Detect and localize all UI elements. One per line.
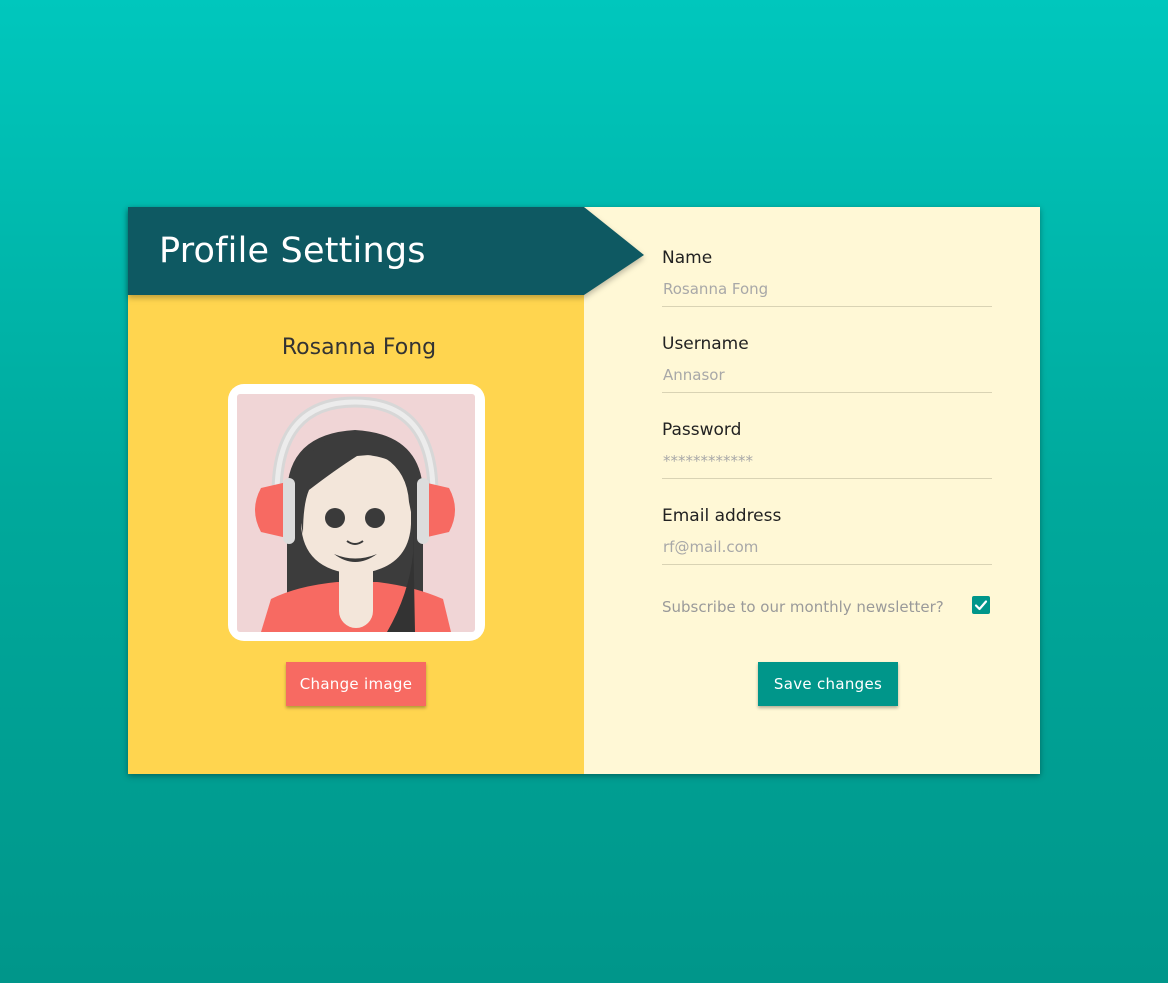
newsletter-label: Subscribe to our monthly newsletter? [662, 598, 944, 616]
page-title: Profile Settings [159, 231, 426, 271]
profile-display-name: Rosanna Fong [281, 335, 437, 360]
password-field: Password [662, 420, 992, 479]
change-image-button[interactable]: Change image [286, 662, 426, 706]
settings-form-panel: Name Username Password Email address Sub… [584, 207, 1040, 774]
email-field: Email address [662, 506, 992, 565]
name-input[interactable] [662, 280, 992, 307]
save-changes-button[interactable]: Save changes [758, 662, 898, 706]
email-input[interactable] [662, 538, 992, 565]
avatar-image [237, 394, 475, 632]
password-label: Password [662, 420, 742, 440]
email-label: Email address [662, 506, 782, 526]
username-field: Username [662, 334, 992, 393]
page-title-banner: Profile Settings [128, 207, 644, 295]
check-icon [974, 600, 988, 611]
avatar-frame [228, 384, 485, 641]
username-input[interactable] [662, 366, 992, 393]
password-input[interactable] [662, 452, 992, 479]
name-label: Name [662, 248, 713, 268]
name-field: Name [662, 248, 992, 307]
username-label: Username [662, 334, 749, 354]
newsletter-checkbox[interactable] [972, 596, 990, 614]
profile-settings-card: Rosanna Fong Change image Name Rosanna F… [128, 207, 1040, 774]
